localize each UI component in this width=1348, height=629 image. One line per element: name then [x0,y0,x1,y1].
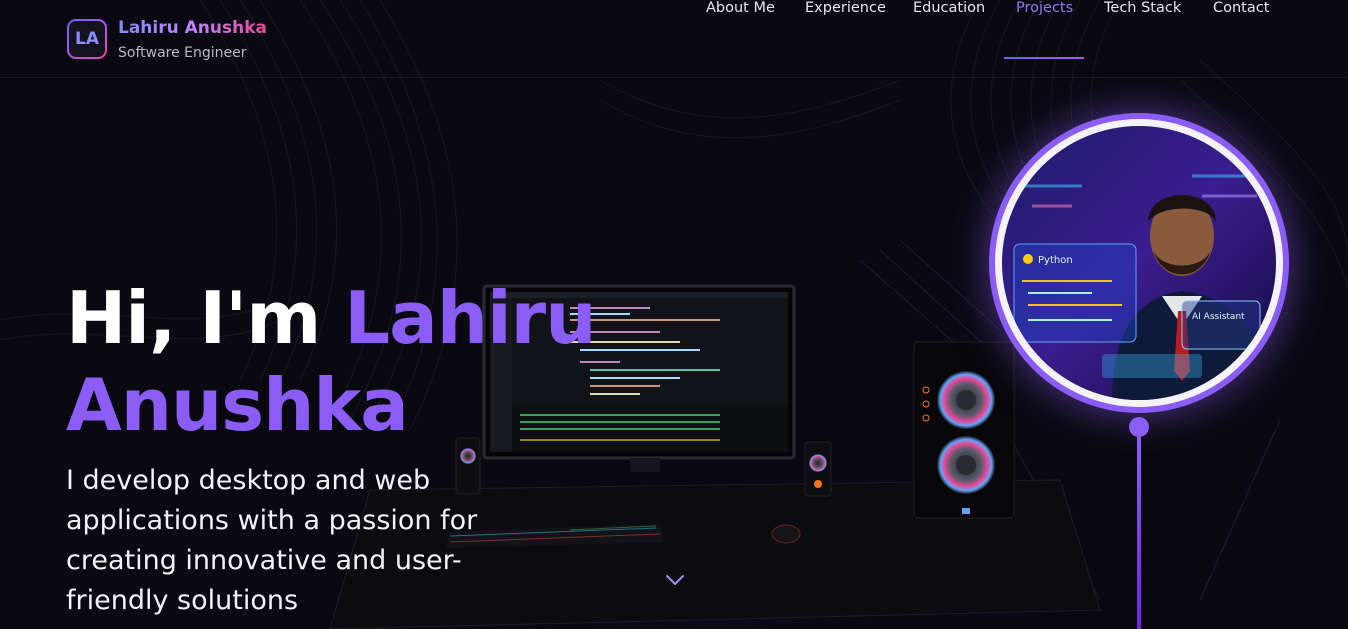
hero-greeting: Hi, I'm [66,276,345,360]
brand-name[interactable]: Lahiru Anushka [118,18,267,38]
ai-assistant-label: AI Assistant [1192,312,1245,322]
logo-initials: LA [69,21,105,57]
hero-tagline: I develop desktop and web applications w… [66,465,478,616]
nav-tech-stack[interactable]: Tech Stack [1104,0,1181,16]
avatar-border: Python AI Assistant [995,119,1283,407]
python-label: Python [1038,255,1073,266]
nav-about-me[interactable]: About Me [706,0,775,16]
hero-last-name: Anushka [66,363,409,447]
hero-title: Hi, I'm Lahiru Anushka [66,275,596,449]
brand-subtitle: Software Engineer [118,45,247,61]
chevron-down-icon[interactable] [664,572,686,588]
hero-first-name: Lahiru [344,276,596,360]
site-header: LA Lahiru Anushka Software Engineer Abou… [0,0,1348,78]
nav-education[interactable]: Education [913,0,985,16]
avatar-image: Python AI Assistant [1002,126,1276,400]
nav-contact[interactable]: Contact [1213,0,1269,16]
nav-projects[interactable]: Projects [1016,0,1073,16]
profile-avatar: Python AI Assistant [989,113,1289,413]
avatar-pin-line [1137,437,1141,629]
nav-experience[interactable]: Experience [805,0,886,16]
nav-active-indicator [1004,57,1084,59]
avatar-pin-dot [1129,417,1149,437]
logo[interactable]: LA [67,19,107,59]
